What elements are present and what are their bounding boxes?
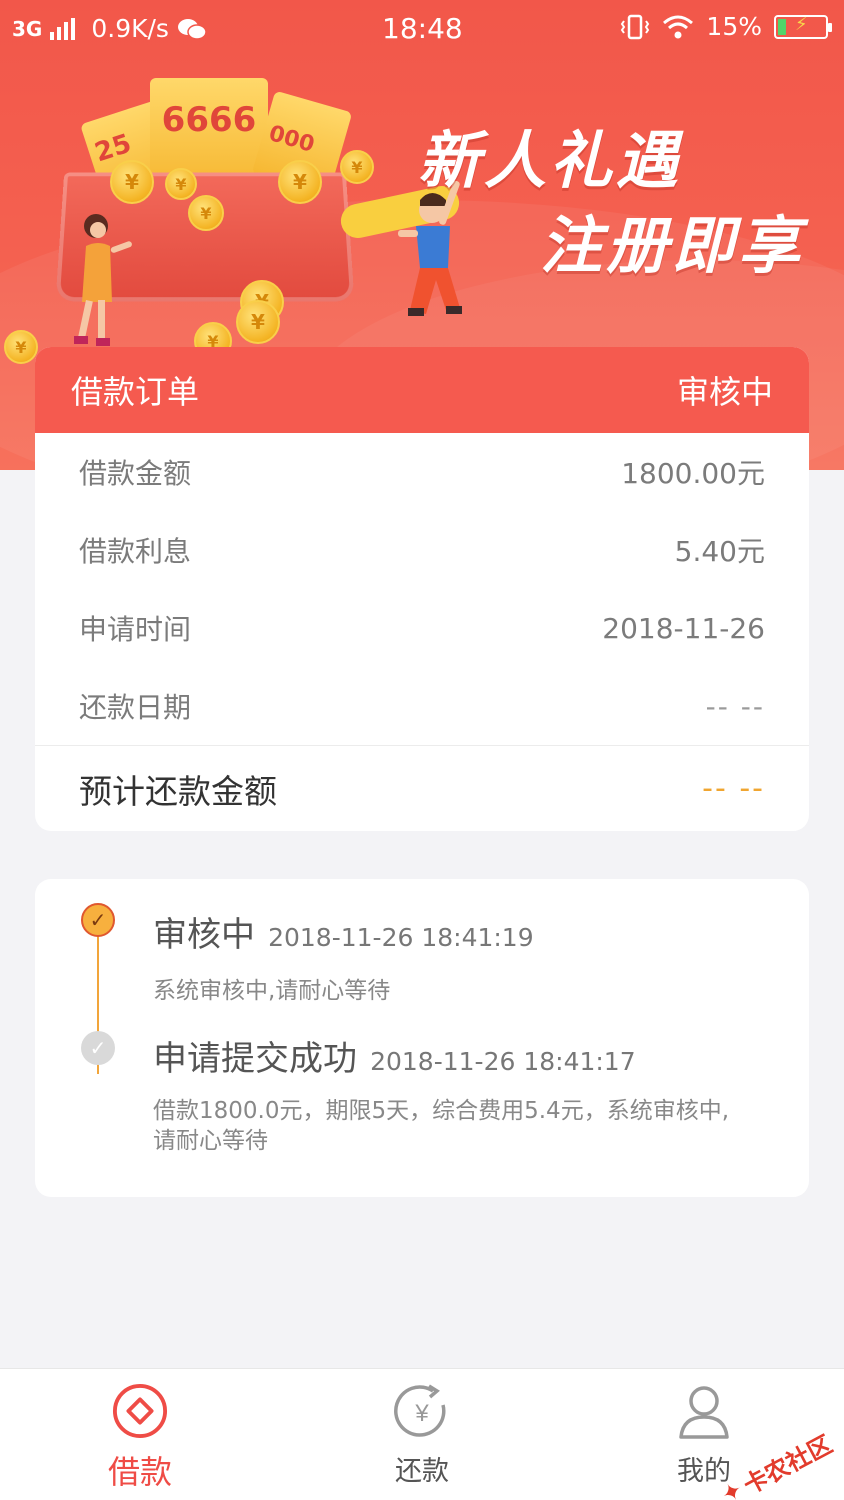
tab-label: 还款 bbox=[395, 1456, 449, 1487]
network-type: 3G bbox=[12, 16, 43, 41]
clock: 18:48 bbox=[382, 12, 463, 45]
battery-percent: 15% bbox=[706, 12, 762, 41]
row-value: 5.40元 bbox=[674, 535, 765, 568]
promo-title: 新人礼遇 bbox=[418, 124, 683, 197]
coin-icon: ¥ bbox=[110, 160, 154, 204]
timeline-desc: 系统审核中,请耐心等待 bbox=[153, 978, 391, 1004]
order-title: 借款订单 bbox=[71, 373, 200, 411]
wifi-icon bbox=[663, 15, 694, 38]
coin-icon: ¥ bbox=[4, 330, 38, 364]
coin-icon: ¥ bbox=[165, 168, 197, 200]
order-row-interest: 借款利息 5.40元 bbox=[35, 511, 809, 589]
coin-icon: ¥ bbox=[188, 195, 224, 231]
done-check-icon: ✓ bbox=[81, 1031, 115, 1065]
row-label: 借款金额 bbox=[79, 457, 192, 490]
man-figure bbox=[398, 180, 462, 316]
tab-repay[interactable]: ¥ 还款 bbox=[352, 1383, 492, 1493]
timeline-time: 2018-11-26 18:41:19 bbox=[268, 923, 534, 952]
total-value: -- -- bbox=[702, 771, 765, 806]
coin-icon: ¥ bbox=[236, 300, 280, 344]
status-right: 15% ⚡ bbox=[620, 12, 832, 41]
progress-timeline-card: ✓ 审核中 2018-11-26 18:41:19 系统审核中,请耐心等待 ✓ … bbox=[35, 879, 809, 1197]
status-left: 3G 0.9K/s bbox=[12, 14, 207, 43]
total-label: 预计还款金额 bbox=[79, 771, 277, 811]
promo-subtitle: 注册即享 bbox=[540, 209, 805, 282]
order-status: 审核中 bbox=[676, 373, 773, 411]
tab-label: 借款 bbox=[107, 1453, 172, 1491]
ticket-main: 6666 bbox=[150, 78, 268, 188]
bottom-tab-bar: 借款 ¥ 还款 我的 ✦ 卡农社区 bbox=[0, 1368, 844, 1500]
woman-figure bbox=[74, 214, 132, 346]
signal-icon bbox=[50, 17, 76, 40]
timeline-desc: 借款1800.0元，期限5天，综合费用5.4元，系统审核中,请耐心等待 bbox=[153, 1098, 729, 1154]
battery-icon: ⚡ bbox=[774, 13, 832, 39]
row-value: 2018-11-26 bbox=[602, 611, 765, 645]
row-value: 1800.00元 bbox=[621, 457, 765, 490]
charging-icon: ⚡ bbox=[795, 13, 808, 35]
order-row-apply-time: 申请时间 2018-11-26 bbox=[35, 589, 809, 667]
status-bar: 3G 0.9K/s 18:48 15% ⚡ bbox=[0, 0, 844, 58]
loan-order-card: 借款订单 审核中 借款金额 1800.00元 借款利息 5.40元 申请时间 2… bbox=[35, 347, 809, 831]
tab-loan[interactable]: 借款 bbox=[70, 1383, 210, 1493]
timeline-item-reviewing: 审核中 2018-11-26 18:41:19 系统审核中,请耐心等待 bbox=[153, 907, 749, 1006]
timeline-item-submitted: 申请提交成功 2018-11-26 18:41:17 借款1800.0元，期限5… bbox=[153, 1031, 749, 1156]
order-total: 预计还款金额 -- -- bbox=[35, 745, 809, 831]
row-label: 借款利息 bbox=[79, 535, 192, 568]
timeline-title: 审核中 bbox=[153, 915, 255, 955]
ticket-value: 6666 bbox=[161, 100, 257, 140]
row-label: 还款日期 bbox=[79, 691, 192, 724]
coin-icon: ¥ bbox=[340, 150, 374, 184]
loan-icon bbox=[112, 1383, 168, 1439]
timeline-time: 2018-11-26 18:41:17 bbox=[370, 1047, 636, 1076]
wechat-icon bbox=[177, 18, 207, 40]
order-row-amount: 借款金额 1800.00元 bbox=[35, 433, 809, 511]
order-row-repay-date: 还款日期 -- -- bbox=[35, 667, 809, 745]
pending-check-icon: ✓ bbox=[81, 903, 115, 937]
order-header: 借款订单 审核中 bbox=[35, 347, 809, 433]
timeline-title: 申请提交成功 bbox=[153, 1039, 357, 1079]
user-icon bbox=[679, 1386, 729, 1439]
coin-icon: ¥ bbox=[278, 160, 322, 204]
vibrate-icon bbox=[621, 14, 650, 39]
network-speed: 0.9K/s bbox=[91, 14, 169, 43]
row-value: -- -- bbox=[705, 689, 765, 723]
svg-text:¥: ¥ bbox=[414, 1400, 429, 1427]
row-label: 申请时间 bbox=[79, 613, 192, 646]
repay-icon: ¥ bbox=[394, 1384, 446, 1437]
